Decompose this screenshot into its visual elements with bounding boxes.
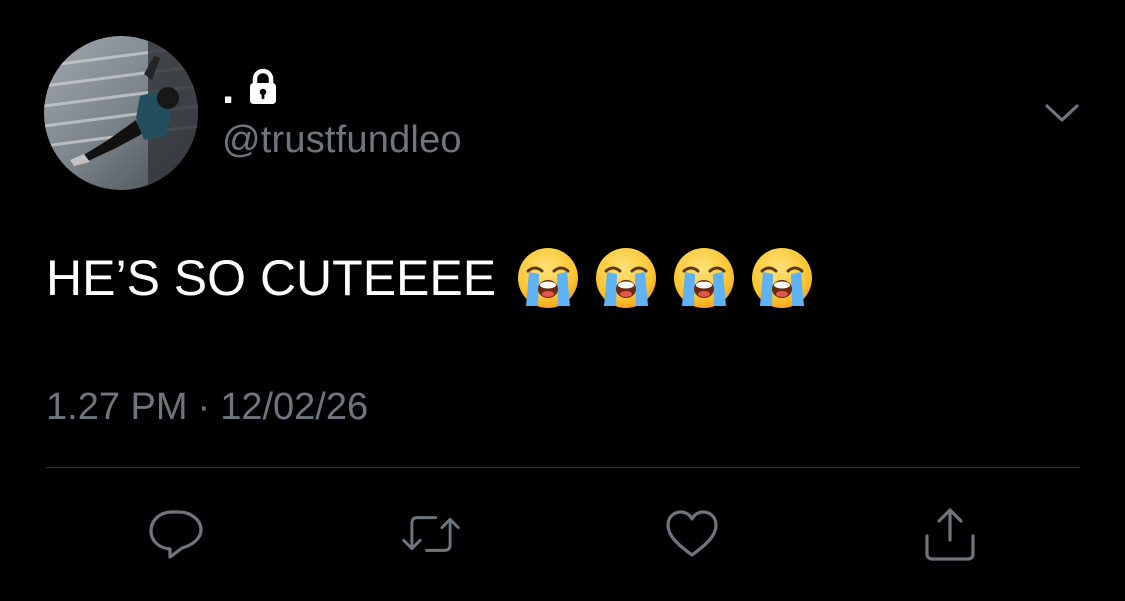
avatar-image [44, 36, 198, 190]
tweet-timestamp[interactable]: 1.27 PM · 12/02/26 [46, 384, 368, 430]
loudly-crying-face-icon [594, 246, 658, 310]
handle[interactable]: @trustfundleo [222, 117, 462, 163]
tweet-time: 1.27 PM [46, 386, 188, 428]
loudly-crying-face-icon [516, 246, 580, 310]
chevron-down-icon[interactable] [1040, 96, 1084, 130]
meta-separator: · [197, 386, 211, 428]
display-name-row[interactable]: . [222, 62, 278, 112]
retweet-button[interactable] [401, 504, 461, 564]
loudly-crying-face-icon [672, 246, 736, 310]
share-button[interactable] [920, 504, 980, 564]
avatar[interactable] [44, 36, 198, 190]
heart-icon [666, 510, 718, 557]
lock-icon [248, 68, 278, 106]
tweet-text-content: HE’S SO CUTEEEE [46, 250, 497, 306]
divider [46, 467, 1080, 468]
retweet-icon [402, 516, 460, 552]
loudly-crying-face-icon [750, 246, 814, 310]
tweet-date: 12/02/26 [220, 386, 369, 428]
reply-button[interactable] [146, 504, 206, 564]
speech-bubble-icon [149, 510, 203, 559]
share-icon [925, 508, 975, 561]
tweet-text: HE’S SO CUTEEEE [46, 246, 828, 310]
like-button[interactable] [662, 504, 722, 564]
tweet-card: . @trustfundleo HE’S SO CUTEEEE 1.27 PM … [0, 0, 1125, 601]
display-name[interactable]: . [222, 67, 234, 111]
